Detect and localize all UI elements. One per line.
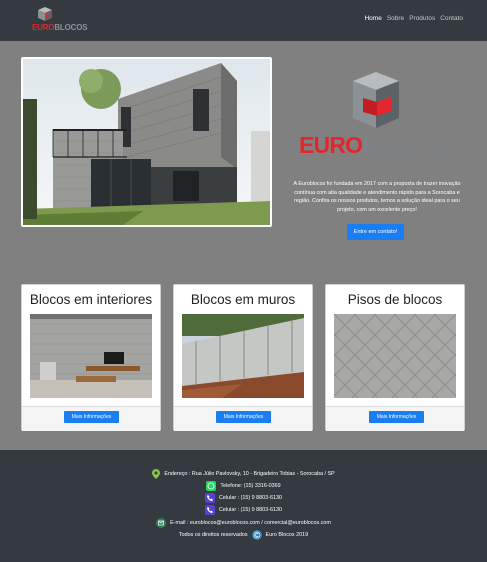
wall-photo (182, 314, 304, 398)
rights-text: Todos os direitos reservados (178, 532, 248, 538)
phone-icon (205, 505, 216, 515)
more-info-button[interactable]: Mais Informações (369, 411, 424, 423)
card-pisos: Pisos de blocos Mais Informações (325, 284, 465, 431)
nav-links: Home Sobre Produtos Contato (364, 15, 463, 22)
brand-logo[interactable]: EUROBLOCOS (32, 6, 88, 34)
nav-link-sobre[interactable]: Sobre (387, 15, 404, 22)
email-icon (156, 518, 167, 528)
copyright-row: Todos os direitos reservados Euro Blocos… (0, 530, 487, 540)
cell1-row: Celular : (15) 9 8803-6130 (0, 493, 487, 503)
paving-photo (334, 314, 456, 398)
nav-link-produtos[interactable]: Produtos (409, 15, 435, 22)
cell2-row: Celular : (15) 9 8803-6130 (0, 505, 487, 515)
cell-text: Celular : (15) 9 8803-6130 (219, 495, 282, 501)
address-text: Endereço : Rua Júlio Pavlovsky, 10 - Bri… (164, 471, 335, 477)
interior-photo (30, 314, 152, 398)
whatsapp-icon (206, 481, 217, 491)
address-row: Endereço : Rua Júlio Pavlovsky, 10 - Bri… (0, 469, 487, 479)
email-text: E-mail : euroblocos@euroblocos.com / com… (170, 520, 331, 526)
email-row: E-mail : euroblocos@euroblocos.com / com… (0, 518, 487, 528)
footer: Endereço : Rua Júlio Pavlovsky, 10 - Bri… (0, 450, 487, 562)
phone-text: Telefone: (15) 3316-0369 (220, 483, 281, 489)
nav-link-contato[interactable]: Contato (440, 15, 463, 22)
copyright-icon (251, 530, 262, 540)
copyright-text: Euro Blocos 2019 (265, 532, 309, 538)
card-title: Blocos em muros (190, 292, 296, 307)
card-muros: Blocos em muros Mais Informações (173, 284, 313, 431)
navbar: EUROBLOCOS Home Sobre Produtos Contato (0, 0, 487, 41)
logo-wordmark: EUROBLOCOS (299, 132, 457, 158)
phone-row: Telefone: (15) 3316-0369 (0, 481, 487, 491)
contact-button[interactable]: Entre em contato! (347, 224, 404, 240)
card-title: Blocos em interiores (29, 292, 153, 307)
card-interiores: Blocos em interiores Mais Informações (21, 284, 161, 431)
company-description: A Euroblocos foi fundada em 2017 com a p… (293, 181, 461, 213)
nav-link-home[interactable]: Home (364, 15, 381, 22)
phone-icon (205, 493, 216, 503)
brand-text: EUROBLOCOS (32, 23, 88, 32)
cube-logo-icon (353, 72, 399, 128)
card-title: Pisos de blocos (347, 292, 443, 307)
more-info-button[interactable]: Mais Informações (64, 411, 119, 423)
location-pin-icon (152, 469, 161, 479)
cube-logo-icon (38, 7, 52, 21)
more-info-button[interactable]: Mais Informações (216, 411, 271, 423)
euroblocos-logo: EUROBLOCOS (299, 70, 457, 160)
hero-house-photo (21, 57, 272, 227)
cell-text: Celular : (15) 9 8803-6130 (219, 507, 282, 513)
